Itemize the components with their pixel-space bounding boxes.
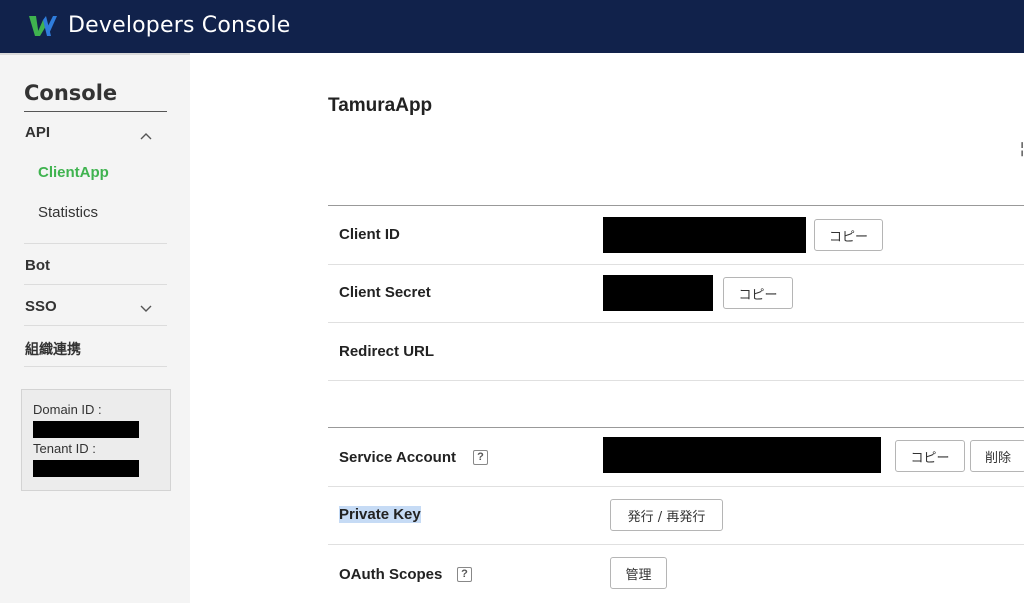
page-title: TamuraApp <box>328 95 433 116</box>
clipped-text: ╎ <box>1018 141 1024 157</box>
client-secret-copy-button[interactable]: コピー <box>723 277 793 309</box>
tenant-id-label: Tenant ID : <box>33 441 96 456</box>
sidebar-item-bot[interactable]: Bot <box>25 257 50 274</box>
works-logo-icon[interactable] <box>28 14 58 38</box>
app-title[interactable]: Developers Console <box>68 13 291 38</box>
sidebar: Console API ClientApp Statistics Bot SSO… <box>0 53 190 603</box>
sidebar-title: Console <box>24 81 118 105</box>
oauth-scopes-help-icon[interactable]: ? <box>457 567 472 582</box>
sidebar-divider <box>24 284 167 285</box>
sidebar-item-sso[interactable]: SSO <box>25 298 57 315</box>
private-key-label: Private Key <box>339 506 421 523</box>
oauth-scopes-label: OAuth Scopes <box>339 566 443 583</box>
chevron-down-icon[interactable] <box>140 305 152 313</box>
domain-info-box: Domain ID : Tenant ID : <box>21 389 171 491</box>
service-account-copy-button[interactable]: コピー <box>895 440 965 472</box>
tenant-id-value-redacted <box>33 460 139 477</box>
service-account-delete-button[interactable]: 削除 <box>970 440 1024 472</box>
client-id-label: Client ID <box>339 226 400 243</box>
section-divider <box>328 205 1024 206</box>
sidebar-divider <box>24 325 167 326</box>
service-account-value-redacted <box>603 437 881 473</box>
row-divider <box>328 380 1024 381</box>
sidebar-item-org-link[interactable]: 組織連携 <box>25 339 81 359</box>
redirect-url-label: Redirect URL <box>339 343 435 360</box>
service-account-label: Service Account <box>339 449 456 466</box>
client-id-copy-button[interactable]: コピー <box>814 219 883 251</box>
sidebar-item-api[interactable]: API <box>25 124 50 141</box>
sidebar-divider <box>24 243 167 244</box>
top-header: Developers Console <box>0 0 1024 53</box>
row-divider <box>328 486 1024 487</box>
sidebar-title-underline <box>24 111 167 112</box>
domain-id-label: Domain ID : <box>33 402 102 417</box>
sidebar-item-statistics[interactable]: Statistics <box>38 204 98 221</box>
row-divider <box>328 264 1024 265</box>
section-divider <box>328 427 1024 428</box>
domain-id-value-redacted <box>33 421 139 438</box>
sidebar-item-clientapp[interactable]: ClientApp <box>38 164 109 181</box>
row-divider <box>328 544 1024 545</box>
client-id-value-redacted <box>603 217 806 253</box>
service-account-help-icon[interactable]: ? <box>473 450 488 465</box>
chevron-up-icon[interactable] <box>140 132 152 140</box>
oauth-scopes-manage-button[interactable]: 管理 <box>610 557 667 589</box>
private-key-issue-button[interactable]: 発行 / 再発行 <box>610 499 723 531</box>
client-secret-value-redacted <box>603 275 713 311</box>
row-divider <box>328 322 1024 323</box>
client-secret-label: Client Secret <box>339 284 431 301</box>
sidebar-divider <box>24 366 167 367</box>
